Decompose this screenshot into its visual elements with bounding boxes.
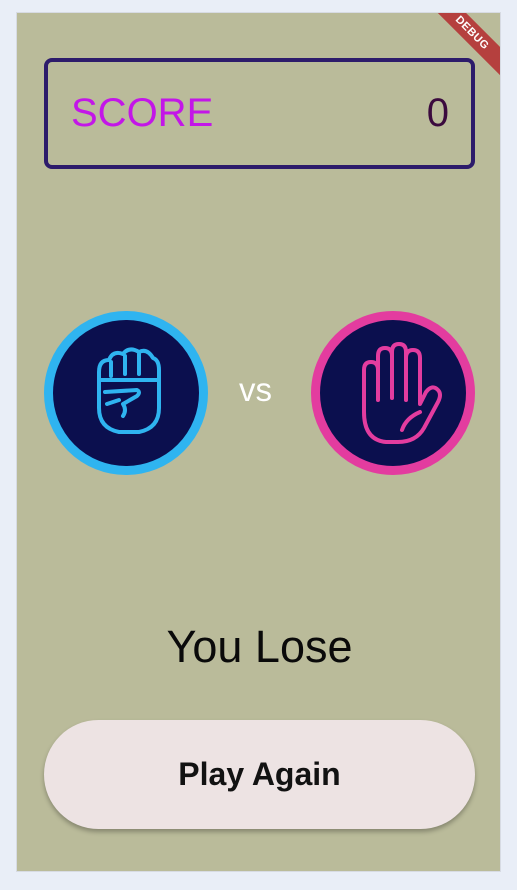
score-box: SCORE 0 [44,58,475,169]
score-value: 0 [426,91,449,135]
vs-label: vs [239,371,272,408]
player-choice [44,311,208,475]
score-label: SCORE [71,91,214,135]
result-text: You Lose [166,621,353,672]
rock-fist-icon [97,347,161,434]
game-screen: DEBUG SCORE 0 vs You Lose Play Again [16,12,501,872]
paper-hand-icon [362,342,442,444]
play-again-button[interactable]: Play Again [44,720,475,829]
computer-choice [311,311,475,475]
